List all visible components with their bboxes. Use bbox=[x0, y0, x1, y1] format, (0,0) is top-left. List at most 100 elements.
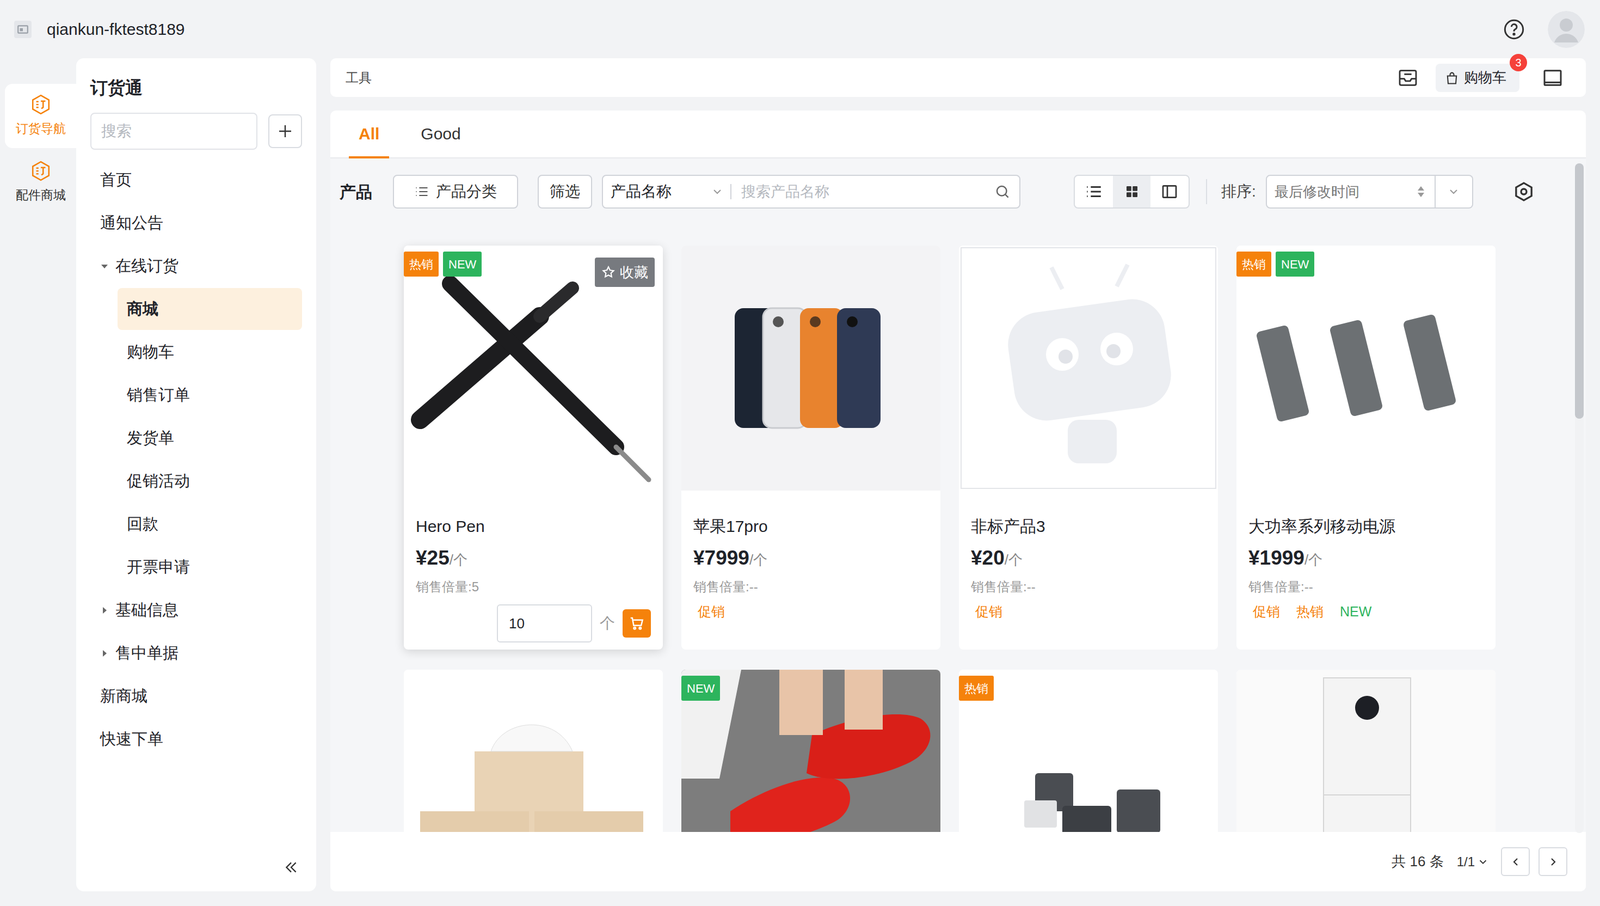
product-search-input[interactable] bbox=[731, 180, 995, 203]
sidebar-item[interactable]: 发货单 bbox=[117, 416, 303, 459]
sidebar-item[interactable]: 购物车 bbox=[117, 330, 303, 373]
quantity-input[interactable] bbox=[496, 604, 593, 643]
sidebar-item[interactable]: 首页 bbox=[90, 158, 303, 202]
sidebar-item[interactable]: 快速下单 bbox=[90, 717, 303, 761]
category-button[interactable]: 产品分类 bbox=[392, 174, 519, 209]
grid-view-icon bbox=[1122, 182, 1142, 201]
product-search: 产品名称 bbox=[601, 174, 1021, 209]
sidebar-search[interactable] bbox=[90, 112, 258, 150]
sidebar-group-label[interactable]: 售中单据 bbox=[115, 641, 179, 666]
add-to-cart-button[interactable] bbox=[622, 608, 651, 638]
content-panel: AllGood产品产品分类筛选产品名称排序:最后修改时间热销NEW收藏Hero … bbox=[330, 110, 1586, 891]
sidebar-item[interactable]: 新商城 bbox=[90, 674, 303, 718]
price-value: ¥1999 bbox=[1248, 545, 1305, 570]
sort-order-button[interactable] bbox=[1435, 174, 1474, 209]
tab-bar: All Good bbox=[330, 110, 1586, 159]
favorite-button[interactable]: 收藏 bbox=[594, 257, 655, 287]
product-card[interactable]: 热销NEW大功率系列移动电源¥1999/个销售倍量:--促销热销NEW bbox=[1236, 245, 1496, 650]
sidebar-item-label[interactable]: 新商城 bbox=[100, 684, 148, 709]
product-card[interactable]: 非标产品3¥20/个销售倍量:--促销 bbox=[958, 245, 1218, 650]
sidebar-row: 发货单 bbox=[90, 416, 303, 460]
scrollbar[interactable] bbox=[1574, 163, 1584, 833]
sidebar-row: 销售订单 bbox=[90, 373, 303, 417]
sidebar-item[interactable]: 商城 bbox=[117, 287, 303, 330]
add-button[interactable] bbox=[268, 114, 303, 149]
help-icon[interactable] bbox=[1502, 17, 1526, 42]
tab[interactable]: Good bbox=[410, 110, 471, 159]
product-name[interactable]: 大功率系列移动电源 bbox=[1248, 515, 1484, 538]
sort-select[interactable]: 最后修改时间 bbox=[1265, 174, 1436, 209]
inbox-icon[interactable] bbox=[1396, 66, 1420, 90]
app-title: qiankun-fktest8189 bbox=[46, 16, 186, 42]
product-image: 热销NEW bbox=[1236, 245, 1496, 491]
sidebar-item[interactable]: 回款 bbox=[117, 502, 303, 545]
sidebar-item-label[interactable]: 首页 bbox=[100, 168, 132, 193]
quantity-unit: 个 bbox=[599, 611, 615, 635]
pagination: 共 16 条1/1 bbox=[330, 831, 1586, 891]
sidebar-group[interactable]: 基础信息 bbox=[90, 588, 303, 632]
sort-value: 最后修改时间 bbox=[1274, 181, 1360, 203]
product-name[interactable]: Hero Pen bbox=[415, 515, 651, 538]
product-card[interactable]: 热销 bbox=[958, 669, 1218, 832]
price-unit: /个 bbox=[1004, 547, 1023, 572]
sidebar-item[interactable]: 促销活动 bbox=[117, 459, 303, 502]
sidebar-item[interactable]: 开票申请 bbox=[117, 545, 303, 588]
view-button[interactable] bbox=[1150, 175, 1189, 208]
product-price: ¥7999/个 bbox=[693, 545, 929, 572]
sidebar-row: 促销活动 bbox=[90, 459, 303, 503]
sidebar-item[interactable]: 销售订单 bbox=[117, 373, 303, 416]
product-card[interactable] bbox=[403, 669, 663, 832]
sidebar-group[interactable]: 售中单据 bbox=[90, 631, 303, 675]
product-card[interactable] bbox=[1236, 669, 1496, 832]
sidebar-group-label[interactable]: 在线订货 bbox=[115, 254, 179, 279]
scrollbar-thumb[interactable] bbox=[1574, 163, 1584, 419]
price-value: ¥20 bbox=[970, 545, 1005, 570]
product-area: 热销NEW收藏Hero Pen¥25/个销售倍量:5个苹果17pro¥7999/… bbox=[330, 224, 1586, 832]
badge-label: 热销 bbox=[409, 255, 434, 274]
view-button[interactable] bbox=[1074, 175, 1113, 208]
avatar-icon[interactable] bbox=[1547, 10, 1585, 48]
sidebar-item-label[interactable]: 通知公告 bbox=[100, 211, 164, 236]
search-icon[interactable] bbox=[994, 183, 1011, 200]
settings-icon[interactable] bbox=[1512, 180, 1536, 203]
collapse-button[interactable] bbox=[282, 858, 303, 879]
sales-multiple: 销售倍量:-- bbox=[1248, 578, 1484, 595]
sidebar-item[interactable]: 通知公告 bbox=[90, 201, 303, 245]
filter-button[interactable]: 筛选 bbox=[537, 174, 593, 209]
bag-icon bbox=[1444, 70, 1460, 86]
product-price: ¥25/个 bbox=[415, 545, 651, 572]
tab[interactable]: All bbox=[348, 110, 390, 159]
product-card[interactable]: 热销NEW收藏Hero Pen¥25/个销售倍量:5个 bbox=[403, 245, 663, 650]
filter-label: 筛选 bbox=[549, 180, 581, 203]
rail-item[interactable]: 订货导航 bbox=[4, 83, 77, 149]
badge-row: 热销NEW bbox=[1236, 251, 1315, 277]
product-photo bbox=[1236, 669, 1496, 832]
product-image: 热销NEW收藏 bbox=[403, 245, 663, 491]
sidebar-item-label: 销售订单 bbox=[126, 383, 190, 408]
prev-page-button[interactable] bbox=[1500, 846, 1530, 876]
page-select[interactable]: 1/1 bbox=[1456, 851, 1489, 872]
caret-icon[interactable] bbox=[99, 604, 110, 616]
product-card[interactable]: NEW bbox=[681, 669, 941, 832]
caret-icon[interactable] bbox=[99, 647, 110, 659]
caret-icon[interactable] bbox=[99, 260, 110, 272]
sidebar-group[interactable]: 在线订货 bbox=[90, 244, 303, 288]
product-name[interactable]: 苹果17pro bbox=[693, 515, 929, 538]
rail-item[interactable]: 配件商城 bbox=[4, 150, 77, 215]
sidebar-item-label[interactable]: 快速下单 bbox=[100, 727, 164, 752]
view-switch bbox=[1073, 174, 1190, 209]
field-label: 产品名称 bbox=[610, 180, 672, 203]
tool-bar: 工具购物车3 bbox=[330, 58, 1586, 97]
rail-label: 配件商城 bbox=[15, 185, 66, 205]
field-select[interactable]: 产品名称 bbox=[602, 180, 731, 203]
next-page-button[interactable] bbox=[1538, 846, 1568, 876]
product-name[interactable]: 非标产品3 bbox=[970, 515, 1206, 538]
quantity-row: 个 bbox=[415, 604, 651, 643]
product-image: NEW bbox=[681, 669, 941, 832]
cart-button[interactable]: 购物车3 bbox=[1435, 63, 1520, 92]
product-tag: 促销 bbox=[975, 602, 1003, 620]
panel-icon[interactable] bbox=[1541, 66, 1565, 90]
view-button[interactable] bbox=[1112, 175, 1152, 208]
sidebar-group-label[interactable]: 基础信息 bbox=[115, 598, 179, 623]
product-card[interactable]: 苹果17pro¥7999/个销售倍量:--促销 bbox=[681, 245, 941, 650]
